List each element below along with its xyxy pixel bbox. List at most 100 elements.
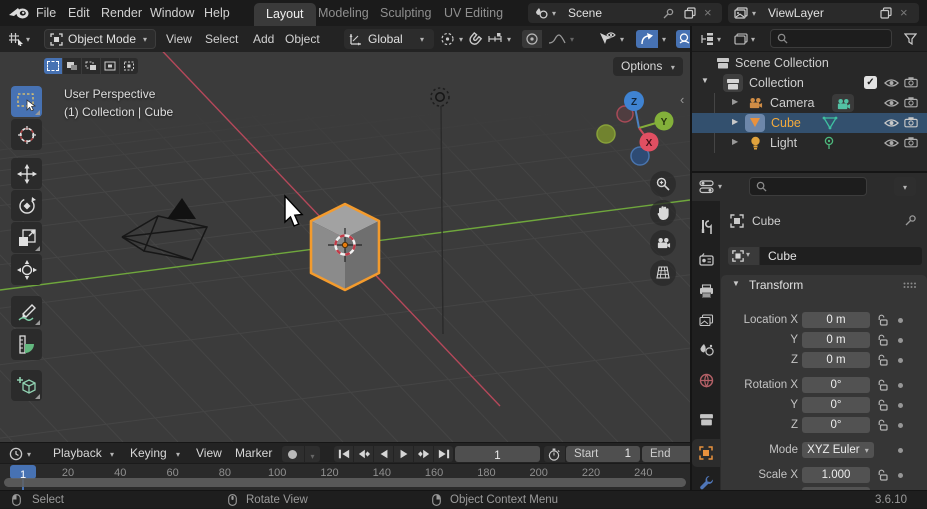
location-z-field[interactable]: 0 m — [802, 352, 870, 368]
expand-arrow-icon[interactable]: ▶ — [732, 97, 738, 106]
editor-type-chevron-icon[interactable]: ▾ — [26, 35, 30, 44]
lock-icon[interactable] — [878, 314, 888, 326]
tab-uv-editing[interactable]: UV Editing — [444, 0, 503, 26]
menu-render[interactable]: Render — [101, 0, 142, 26]
pivot-point-icon[interactable] — [440, 32, 455, 46]
vp-menu-view[interactable]: View — [166, 26, 192, 52]
sidebar-toggle[interactable]: ‹ — [680, 92, 684, 107]
disable-render-icon[interactable] — [904, 76, 918, 88]
tab-world-icon[interactable] — [699, 373, 714, 388]
viewlayer-name[interactable]: ViewLayer — [768, 3, 824, 23]
hide-eye-icon[interactable] — [884, 98, 899, 108]
pivot-chevron-icon[interactable]: ▾ — [459, 35, 463, 44]
navigation-gizmo[interactable]: Z Y X — [592, 82, 690, 177]
snap-chevron-icon[interactable]: ▾ — [507, 35, 511, 44]
panel-title[interactable]: Transform — [749, 278, 803, 292]
lock-icon[interactable] — [878, 469, 888, 481]
tool-rotate[interactable] — [11, 190, 42, 221]
lock-icon[interactable] — [878, 379, 888, 391]
viewlayer-icon[interactable] — [734, 7, 748, 19]
tool-transform[interactable] — [11, 254, 42, 285]
outliner-row-light[interactable]: ▶ Light — [692, 133, 927, 153]
expand-arrow-icon[interactable]: ▶ — [732, 137, 738, 146]
falloff-curve-icon[interactable] — [548, 34, 566, 44]
overlays-toggle[interactable] — [676, 30, 690, 48]
rotation-x-field[interactable]: 0° — [802, 377, 870, 393]
tab-viewlayer-icon[interactable] — [699, 314, 714, 327]
lock-icon[interactable] — [878, 354, 888, 366]
next-keyframe-button[interactable] — [414, 446, 433, 462]
tool-cursor[interactable] — [11, 119, 42, 150]
hide-eye-icon[interactable] — [884, 138, 899, 148]
timeline-menu-playback[interactable]: Playback — [53, 443, 102, 464]
editor-type-icon[interactable] — [8, 32, 24, 46]
scene-icon[interactable] — [534, 7, 548, 19]
pin-icon[interactable] — [904, 214, 917, 227]
play-button[interactable] — [394, 446, 413, 462]
tab-modeling[interactable]: Modeling — [318, 0, 369, 26]
snap-target-icon[interactable] — [488, 33, 503, 45]
tab-collection-icon[interactable] — [699, 413, 714, 426]
keying-chevron-icon[interactable]: ▾ — [176, 450, 180, 459]
outliner-display-chevron-icon[interactable]: ▾ — [751, 35, 755, 44]
tab-scene-icon[interactable] — [699, 343, 714, 356]
timeline-scrollbar[interactable] — [4, 478, 686, 487]
viewport-canvas[interactable]: Options ▾ User Perspective (1) Collectio… — [0, 52, 690, 442]
gizmos-chevron-icon[interactable]: ▾ — [662, 35, 666, 44]
view-ortho-button[interactable] — [650, 260, 676, 286]
outliner-row-scene-collection[interactable]: Scene Collection — [692, 53, 927, 73]
mesh-data-icon[interactable] — [822, 116, 838, 130]
outliner-search[interactable] — [770, 29, 892, 48]
rotation-y-field[interactable]: 0° — [802, 397, 870, 413]
vp-menu-object[interactable]: Object — [285, 26, 320, 52]
tool-annotate[interactable] — [11, 296, 42, 327]
gizmo-minus-y[interactable] — [597, 125, 615, 143]
remove-viewlayer-icon[interactable]: × — [900, 3, 908, 23]
animate-dot[interactable] — [898, 338, 903, 343]
snap-magnet-icon[interactable] — [468, 31, 483, 46]
filter-funnel-icon[interactable] — [904, 33, 917, 45]
view-camera-button[interactable] — [650, 230, 676, 256]
orientation-dropdown[interactable]: Global ▾ — [344, 29, 434, 49]
light-data-icon[interactable] — [822, 136, 836, 150]
menu-help[interactable]: Help — [204, 0, 230, 26]
hide-eye-icon[interactable] — [884, 118, 899, 128]
start-frame-field[interactable]: Start 1 — [566, 446, 640, 462]
panel-drag-dots-icon[interactable] — [903, 282, 917, 289]
animate-dot[interactable] — [898, 318, 903, 323]
tool-measure[interactable] — [11, 329, 42, 360]
animate-dot[interactable] — [898, 448, 903, 453]
jump-end-button[interactable] — [434, 446, 453, 462]
current-frame-field[interactable]: 1 — [455, 446, 540, 462]
new-viewlayer-icon[interactable] — [880, 7, 892, 19]
outliner-editor-icon[interactable] — [700, 33, 714, 45]
animate-dot[interactable] — [898, 383, 903, 388]
view-zoom-button[interactable] — [650, 171, 676, 197]
scene-name[interactable]: Scene — [568, 3, 602, 23]
outliner-row-camera[interactable]: ▶ Camera — [692, 93, 927, 113]
timeline-menu-keying[interactable]: Keying — [130, 443, 167, 464]
select-mode-new[interactable] — [44, 58, 62, 74]
playhead-badge[interactable]: 1 — [10, 465, 36, 479]
blender-logo-icon[interactable] — [8, 5, 30, 21]
play-reverse-button[interactable] — [374, 446, 393, 462]
properties-search-input[interactable] — [772, 179, 864, 193]
scene-camera[interactable] — [122, 198, 207, 260]
autokey-button[interactable] — [282, 446, 304, 462]
view-pan-button[interactable] — [650, 200, 676, 226]
jump-start-button[interactable] — [334, 446, 353, 462]
show-gizmo-icon[interactable] — [598, 32, 616, 46]
gizmo-chevron-icon[interactable]: ▾ — [620, 35, 624, 44]
outliner-display-icon[interactable] — [734, 33, 748, 45]
new-scene-icon[interactable] — [684, 7, 696, 19]
tab-output-icon[interactable] — [699, 284, 714, 298]
timeline-editor-chevron-icon[interactable]: ▾ — [27, 450, 31, 459]
scale-x-field[interactable]: 1.000 — [802, 467, 870, 483]
outliner-row-collection[interactable]: ▼ Collection ✓ — [692, 73, 927, 93]
gizmos-toggle[interactable] — [636, 30, 658, 48]
vp-menu-select[interactable]: Select — [205, 26, 238, 52]
rotation-z-field[interactable]: 0° — [802, 417, 870, 433]
timeline-menu-marker[interactable]: Marker — [235, 443, 272, 464]
animate-dot[interactable] — [898, 358, 903, 363]
collection-checkbox[interactable]: ✓ — [864, 76, 877, 89]
